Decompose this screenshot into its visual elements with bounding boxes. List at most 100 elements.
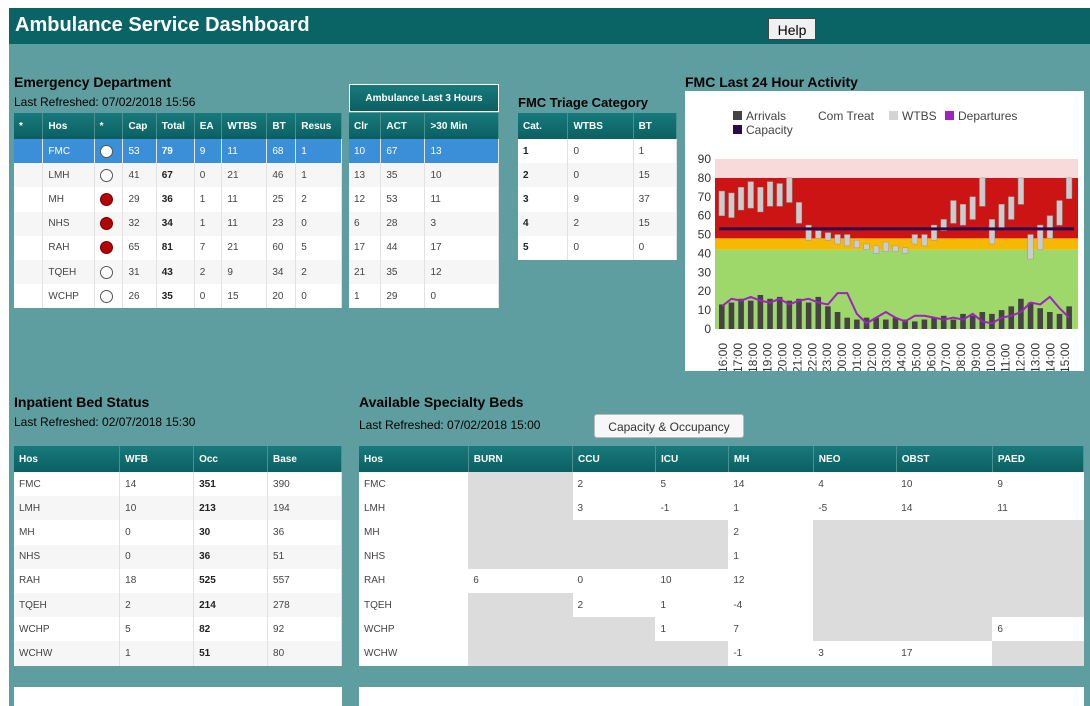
table-cell: 53 (380, 187, 426, 212)
col-header[interactable]: CCU (572, 446, 656, 472)
table-cell: 51 (193, 641, 269, 666)
help-button[interactable]: Help (768, 18, 816, 40)
table-row[interactable]: 4 2 15 (518, 211, 678, 236)
table-cell: 1 (295, 163, 342, 188)
arrivals-bar (940, 315, 947, 329)
col-header[interactable]: EA (194, 113, 223, 139)
table-row[interactable]: WCHW -1 3 17 (359, 641, 1084, 666)
table-row[interactable]: 10 67 13 (349, 139, 499, 164)
table-cell: 53 (122, 139, 157, 164)
table-cell: 0 (119, 520, 195, 545)
table-row[interactable]: TQEH 2 214 278 (14, 592, 342, 618)
table-row[interactable]: WCHW 1 51 80 (14, 641, 342, 666)
col-header[interactable]: BT (633, 113, 678, 139)
table-row[interactable]: NHS 0 36 51 (14, 544, 342, 569)
table-row[interactable]: NHS 32 34 1 11 23 0 (14, 211, 342, 236)
table-cell: 41 (122, 163, 157, 188)
table-row[interactable]: 1 29 0 (349, 284, 499, 309)
col-header[interactable]: Hos (14, 446, 121, 472)
col-header[interactable]: Cat. (518, 113, 569, 139)
col-header[interactable]: BT (266, 113, 297, 139)
table-row[interactable]: 3 9 37 (518, 187, 678, 212)
col-header[interactable]: WTBS (567, 113, 634, 139)
table-cell: 67 (380, 139, 426, 164)
table-cell: 9 (194, 139, 223, 164)
table-cell: 26 (122, 284, 157, 309)
table-cell: 60 (266, 235, 297, 260)
col-header[interactable]: >30 Min (424, 113, 499, 139)
col-header[interactable]: ACT (380, 113, 426, 139)
col-header[interactable]: Clr (349, 113, 382, 139)
col-header[interactable]: ICU (655, 446, 729, 472)
table-cell (468, 472, 573, 497)
col-header[interactable]: Hos (359, 446, 469, 472)
table-row[interactable]: TQEH 2 1 -4 (359, 592, 1084, 618)
table-row[interactable]: 500 (518, 235, 678, 260)
table-row[interactable]: RAH 18 525 557 (14, 568, 342, 593)
table-cell: 67 (156, 163, 195, 188)
table-row[interactable]: 12 53 11 (349, 187, 499, 212)
col-header[interactable]: MH (728, 446, 814, 472)
table-cell: 12 (733, 575, 745, 587)
col-header[interactable]: * (94, 113, 124, 139)
table-row[interactable]: LMH 41 67 0 21 46 1 (14, 163, 342, 188)
x-tick-label: 17:00 (731, 343, 745, 371)
table-cell (813, 520, 897, 545)
table-row[interactable]: LMH 10 213 194 (14, 496, 342, 521)
table-row[interactable]: FMC 2 5 14 4 10 9 (359, 472, 1084, 497)
table-row[interactable]: RAH 6 0 10 12 (359, 568, 1084, 593)
col-header[interactable]: Occ (193, 446, 269, 472)
arrivals-bar (931, 317, 937, 329)
table-row[interactable]: 17 44 17 (349, 235, 499, 260)
col-header[interactable]: Base (267, 446, 342, 472)
table-row[interactable]: 2 0 15 (518, 163, 678, 188)
table-row[interactable]: MH 0 30 36 (14, 520, 342, 545)
table-cell (572, 617, 656, 642)
wtbs-bar (776, 183, 783, 207)
wtbs-bar (815, 230, 822, 239)
table-cell: 36 (267, 520, 342, 545)
table-row[interactable]: FMC 14 351 390 (14, 472, 342, 497)
col-header[interactable]: NEO (813, 446, 897, 472)
col-header[interactable]: Resus (295, 113, 342, 139)
table-row[interactable]: MH 2 (359, 520, 1084, 545)
table-row[interactable]: 13 35 10 (349, 163, 499, 188)
status-cell (94, 163, 124, 188)
col-header[interactable]: Cap (122, 113, 157, 139)
table-cell: 4 (818, 478, 824, 490)
col-header[interactable]: BURN (468, 446, 574, 472)
table-cell: 0 (567, 163, 634, 188)
table-row[interactable]: 101 (518, 139, 678, 164)
table-row[interactable]: MH 29 36 1 11 25 2 (14, 187, 342, 212)
y-tick-label: 90 (698, 152, 712, 166)
col-header[interactable]: OBST (896, 446, 993, 472)
app-title: Ambulance Service Dashboard (15, 14, 310, 36)
x-tick-label: 00:00 (835, 343, 849, 371)
table-cell: 1 (295, 139, 342, 164)
table-cell: 23 (266, 211, 297, 236)
col-header[interactable]: Hos (42, 113, 95, 139)
table-row[interactable]: WCHP 1 7 6 (359, 617, 1084, 642)
col-header[interactable]: WFB (119, 446, 195, 472)
table-row[interactable]: WCHP 26 35 0 15 20 0 (14, 284, 342, 309)
table-row[interactable]: WCHP 5 82 92 (14, 617, 342, 642)
arrivals-bar (747, 300, 754, 329)
table-cell: 5 (518, 235, 569, 260)
table-cell: 44 (380, 235, 426, 260)
col-header[interactable]: * (14, 113, 44, 139)
col-header[interactable]: Total (156, 113, 195, 139)
table-cell: WCHP (364, 623, 395, 635)
x-tick-label: 01:00 (850, 343, 864, 371)
activity-title: FMC Last 24 Hour Activity (685, 74, 858, 90)
table-cell (468, 641, 573, 666)
col-header[interactable]: WTBS (221, 113, 268, 139)
table-row[interactable]: 21 35 12 (349, 259, 499, 285)
table-row[interactable]: 6 28 3 (349, 211, 499, 236)
table-row[interactable]: NHS 1 (359, 544, 1084, 569)
table-row[interactable]: LMH 3 -1 1 -5 14 11 (359, 496, 1084, 521)
table-row[interactable]: RAH 65 81 7 21 60 5 (14, 235, 342, 260)
table-row[interactable]: FMC 53 79 9 11 68 1 (14, 139, 342, 164)
col-header[interactable]: PAED (992, 446, 1085, 472)
capacity-occupancy-button[interactable]: Capacity & Occupancy (594, 414, 744, 438)
table-row[interactable]: TQEH 31 43 2 9 34 2 (14, 259, 342, 285)
